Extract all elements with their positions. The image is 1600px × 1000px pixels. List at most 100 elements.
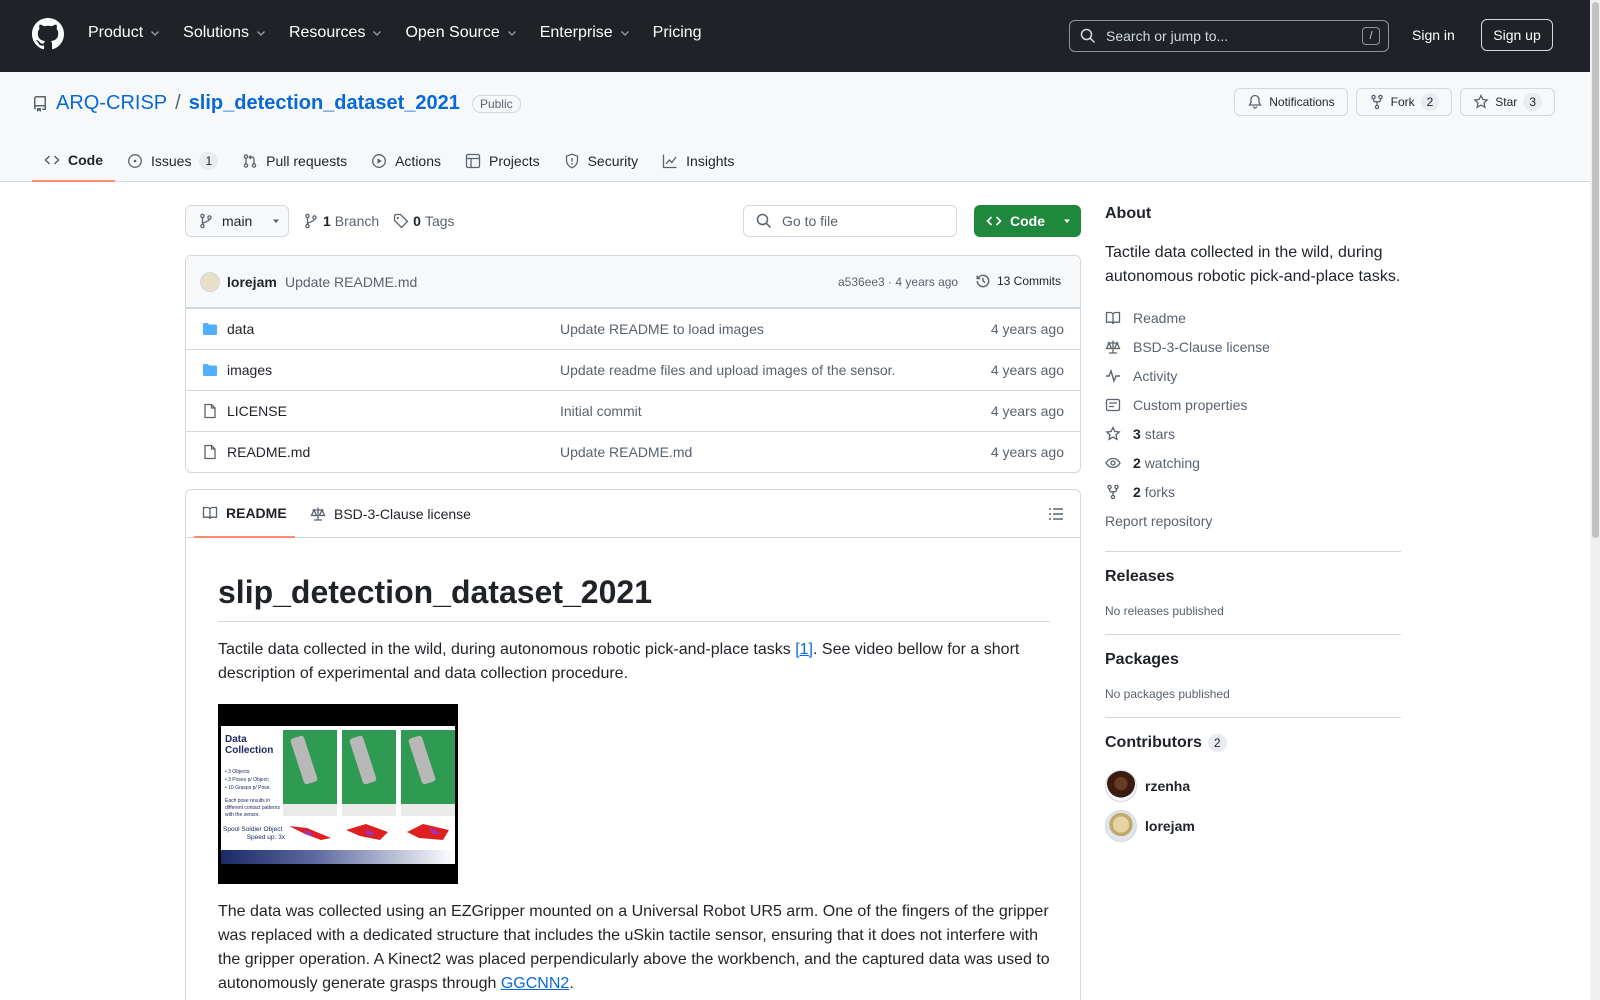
about-links: Readme BSD-3-Clause license Activity Cus… bbox=[1105, 303, 1401, 535]
file-list: lorejam Update README.md a536ee3 · 4 yea… bbox=[185, 255, 1081, 473]
tab-security[interactable]: Security bbox=[552, 140, 651, 182]
nav-pricing[interactable]: Pricing bbox=[653, 24, 702, 42]
code-dropdown-button[interactable]: Code bbox=[974, 205, 1081, 237]
tab-label: Pull requests bbox=[266, 153, 348, 169]
tab-projects[interactable]: Projects bbox=[453, 140, 552, 182]
nav-solutions[interactable]: Solutions bbox=[183, 24, 267, 42]
custom-properties-link[interactable]: Custom properties bbox=[1105, 390, 1401, 419]
notifications-button[interactable]: Notifications bbox=[1234, 88, 1348, 116]
star-count: 3 bbox=[1523, 93, 1542, 111]
repo-path-separator: / bbox=[175, 92, 181, 114]
list-item[interactable]: rzenha bbox=[1105, 766, 1401, 806]
sign-up-button[interactable]: Sign up bbox=[1481, 19, 1553, 51]
tab-readme[interactable]: README bbox=[194, 490, 295, 538]
branches-link[interactable]: 1 Branch bbox=[303, 213, 379, 229]
search-icon bbox=[756, 213, 772, 229]
tab-license[interactable]: BSD-3-Clause license bbox=[302, 490, 479, 538]
nav-open-source[interactable]: Open Source bbox=[405, 24, 517, 42]
tab-issues[interactable]: Issues 1 bbox=[115, 140, 230, 182]
packages-heading[interactable]: Packages bbox=[1105, 651, 1401, 669]
go-to-file-input[interactable]: Go to file bbox=[743, 205, 957, 237]
watchers-link[interactable]: 2 watching bbox=[1105, 448, 1401, 477]
list-unordered-icon[interactable] bbox=[1048, 506, 1064, 522]
table-row: images Update readme files and upload im… bbox=[186, 349, 1080, 390]
video-slide-title: Data Collection bbox=[225, 734, 274, 756]
nav-enterprise[interactable]: Enterprise bbox=[540, 24, 631, 42]
tags-link[interactable]: 0 Tags bbox=[393, 213, 455, 229]
nav-product[interactable]: Product bbox=[88, 24, 161, 42]
contributors-heading-label: Contributors bbox=[1105, 734, 1202, 751]
issue-opened-icon bbox=[128, 154, 142, 168]
nav-label: Enterprise bbox=[539, 24, 613, 41]
github-logo-icon[interactable] bbox=[32, 18, 64, 50]
commit-author-link[interactable]: lorejam bbox=[227, 274, 277, 290]
video-slide: Data Collection • 3 Objects; • 3 Poses p… bbox=[221, 726, 455, 864]
bell-icon bbox=[1248, 94, 1262, 109]
file-name-link[interactable]: README.md bbox=[227, 444, 310, 460]
stars-link[interactable]: 3 stars bbox=[1105, 419, 1401, 448]
avatar[interactable] bbox=[200, 272, 220, 292]
file-commit-message-link[interactable]: Update README to load images bbox=[560, 321, 764, 337]
star-button[interactable]: Star 3 bbox=[1460, 88, 1555, 116]
file-name-link[interactable]: images bbox=[227, 362, 272, 378]
tab-label: Code bbox=[68, 152, 103, 168]
law-icon bbox=[1105, 340, 1121, 354]
heatmap-image bbox=[346, 824, 388, 840]
code-icon bbox=[44, 155, 60, 165]
folder-icon bbox=[202, 362, 218, 378]
contributors-heading[interactable]: Contributors 2 bbox=[1105, 734, 1401, 752]
readme-body: slip_detection_dataset_2021 Tactile data… bbox=[218, 574, 1050, 996]
file-commit-message-link[interactable]: Update README.md bbox=[560, 444, 692, 460]
book-icon bbox=[202, 506, 218, 520]
list-item[interactable]: lorejam bbox=[1105, 806, 1401, 846]
readme-text: Tactile data collected in the wild, duri… bbox=[218, 641, 796, 658]
branch-select-button[interactable]: main bbox=[185, 205, 289, 237]
university-logo: Queen Mary bbox=[237, 843, 265, 849]
report-repository-link[interactable]: Report repository bbox=[1105, 506, 1401, 535]
page-scrollbar[interactable] bbox=[1590, 0, 1600, 1000]
file-commit-message-link[interactable]: Update readme files and upload images of… bbox=[560, 362, 895, 378]
readme-panel: README BSD-3-Clause license slip_detecti… bbox=[185, 489, 1081, 1000]
file-commit-message-link[interactable]: Initial commit bbox=[560, 403, 642, 419]
heatmap-image bbox=[407, 824, 449, 840]
file-name-link[interactable]: LICENSE bbox=[227, 403, 287, 419]
avatar bbox=[1105, 810, 1137, 842]
license-link[interactable]: BSD-3-Clause license bbox=[1105, 332, 1401, 361]
reference-link[interactable]: [1] bbox=[795, 641, 813, 658]
commit-hash-age[interactable]: a536ee3 · 4 years ago bbox=[838, 275, 958, 289]
sign-in-link[interactable]: Sign in bbox=[1412, 27, 1455, 43]
repo-tabs: Code Issues 1 Pull requests Actions Proj… bbox=[32, 140, 746, 182]
video-slide-footer-line: Spool Soldier Object bbox=[223, 826, 283, 833]
readme-text: . bbox=[569, 975, 574, 992]
tab-pull-requests[interactable]: Pull requests bbox=[230, 140, 359, 182]
tab-insights[interactable]: Insights bbox=[650, 140, 746, 182]
commit-message-link[interactable]: Update README.md bbox=[285, 274, 417, 290]
commits-history-link[interactable]: 13 Commits bbox=[975, 273, 1061, 289]
git-branch-icon bbox=[200, 213, 212, 229]
tab-code[interactable]: Code bbox=[32, 140, 115, 182]
video-slide-note: Each pose results in different contact p… bbox=[225, 798, 280, 818]
nav-resources[interactable]: Resources bbox=[289, 24, 383, 42]
readme-link[interactable]: Readme bbox=[1105, 303, 1401, 332]
file-name-link[interactable]: data bbox=[227, 321, 254, 337]
chevron-down-icon bbox=[151, 31, 160, 36]
scrollbar-thumb[interactable] bbox=[1592, 2, 1599, 538]
activity-link[interactable]: Activity bbox=[1105, 361, 1401, 390]
repo-name-link[interactable]: slip_detection_dataset_2021 bbox=[189, 92, 460, 115]
fork-button[interactable]: Fork 2 bbox=[1355, 88, 1453, 116]
branch-name: main bbox=[222, 213, 253, 229]
tab-actions[interactable]: Actions bbox=[359, 140, 453, 182]
releases-heading[interactable]: Releases bbox=[1105, 568, 1401, 586]
file-icon bbox=[202, 444, 218, 460]
global-nav: Product Solutions Resources Open Source … bbox=[88, 24, 702, 42]
ggcnn2-link[interactable]: GGCNN2 bbox=[501, 975, 569, 992]
about-description: Tactile data collected in the wild, duri… bbox=[1105, 244, 1401, 285]
repo-owner-link[interactable]: ARQ-CRISP bbox=[56, 92, 167, 115]
contributor-name: rzenha bbox=[1145, 778, 1191, 794]
contributor-name: lorejam bbox=[1145, 818, 1195, 834]
global-search-input[interactable]: Search or jump to... / bbox=[1069, 20, 1389, 52]
tag-icon bbox=[394, 213, 409, 229]
video-thumbnail-link[interactable]: Data Collection • 3 Objects; • 3 Poses p… bbox=[218, 704, 458, 884]
main-content: main 1 Branch 0 Tags Go to file Code lor… bbox=[185, 205, 1081, 1000]
forks-link[interactable]: 2 forks bbox=[1105, 477, 1401, 506]
